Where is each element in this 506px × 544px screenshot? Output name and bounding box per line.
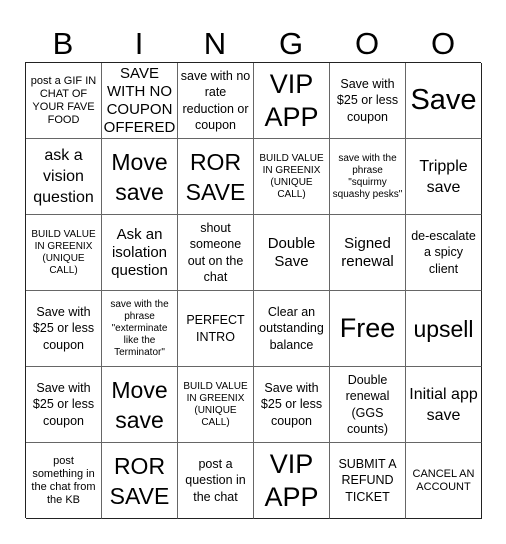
bingo-cell-r5-c4[interactable]: Save with $25 or less coupon <box>254 367 330 443</box>
bingo-cell-text: save with the phrase "squirmy squashy pe… <box>332 152 403 200</box>
bingo-cell-text: BUILD VALUE IN GREENIX (UNIQUE CALL) <box>259 152 324 200</box>
bingo-cell-r2-c6[interactable]: Tripple save <box>406 139 482 215</box>
bingo-cell-r6-c3[interactable]: post a question in the chat <box>178 443 254 519</box>
bingo-cell-text: Move save <box>111 376 168 433</box>
bingo-cell-text: Initial app save <box>409 385 478 424</box>
bingo-cell-r4-c5[interactable]: Free <box>330 291 406 367</box>
bingo-cell-text: Save with $25 or less coupon <box>336 76 399 124</box>
bingo-cell-text: Signed renewal <box>341 234 394 270</box>
bingo-cell-r4-c4[interactable]: Clear an outstanding balance <box>254 291 330 367</box>
bingo-cell-text: Save with $25 or less coupon <box>260 380 323 428</box>
bingo-cell-r3-c5[interactable]: Signed renewal <box>330 215 406 291</box>
header-letter-o: O <box>354 26 380 61</box>
bingo-cell-text: de-escalate a spicy client <box>411 228 476 276</box>
bingo-cell-r6-c5[interactable]: SUBMIT A REFUND TICKET <box>330 443 406 519</box>
bingo-cell-text: ask a vision question <box>33 147 94 206</box>
bingo-cell-r4-c1[interactable]: Save with $25 or less coupon <box>26 291 102 367</box>
bingo-cell-text: upsell <box>413 315 474 342</box>
bingo-cell-r2-c1[interactable]: ask a vision question <box>26 139 102 215</box>
bingo-cell-r5-c5[interactable]: Double renewal (GGS counts) <box>330 367 406 443</box>
bingo-cell-text: save with no rate reduction or coupon <box>180 68 251 133</box>
bingo-cell-r4-c6[interactable]: upsell <box>406 291 482 367</box>
bingo-cell-r5-c3[interactable]: BUILD VALUE IN GREENIX (UNIQUE CALL) <box>178 367 254 443</box>
bingo-cell-r3-c4[interactable]: Double Save <box>254 215 330 291</box>
bingo-cell-r3-c6[interactable]: de-escalate a spicy client <box>406 215 482 291</box>
header-letter-g: G <box>278 26 304 61</box>
bingo-cell-r1-c4[interactable]: VIP APP <box>254 63 330 139</box>
bingo-cell-text: ROR SAVE <box>185 148 246 205</box>
bingo-header: B I N G O O <box>25 24 481 64</box>
bingo-cell-r6-c1[interactable]: post something in the chat from the KB <box>26 443 102 519</box>
bingo-cell-text: Double renewal (GGS counts) <box>345 372 390 437</box>
bingo-cell-r1-c6[interactable]: Save <box>406 63 482 139</box>
bingo-cell-text: ROR SAVE <box>109 452 170 509</box>
bingo-cell-text: Save with $25 or less coupon <box>32 304 95 352</box>
bingo-cell-text: shout someone out on the chat <box>187 220 244 285</box>
bingo-cell-r5-c2[interactable]: Move save <box>102 367 178 443</box>
bingo-cell-r3-c3[interactable]: shout someone out on the chat <box>178 215 254 291</box>
bingo-cell-text: Free <box>339 313 396 343</box>
bingo-cell-text: Move save <box>111 148 168 205</box>
header-letter-b: B <box>52 26 74 61</box>
bingo-cell-r3-c2[interactable]: Ask an isolation question <box>102 215 178 291</box>
bingo-cell-text: CANCEL AN ACCOUNT <box>412 467 475 493</box>
bingo-cell-text: Clear an outstanding balance <box>259 304 324 352</box>
header-letter-n: N <box>203 26 227 61</box>
bingo-cell-text: post a GIF IN CHAT OF YOUR FAVE FOOD <box>30 74 97 126</box>
bingo-cell-r4-c3[interactable]: PERFECT INTRO <box>178 291 254 367</box>
bingo-cell-r5-c6[interactable]: Initial app save <box>406 367 482 443</box>
bingo-card-grid: post a GIF IN CHAT OF YOUR FAVE FOOD SAVE… <box>25 62 482 519</box>
bingo-cell-r1-c3[interactable]: save with no rate reduction or coupon <box>178 63 254 139</box>
bingo-cell-text: post something in the chat from the KB <box>31 454 96 506</box>
bingo-cell-text: Ask an isolation question <box>111 225 168 279</box>
bingo-cell-text: VIP APP <box>264 68 319 132</box>
header-letter-o2: O <box>430 26 456 61</box>
bingo-cell-text: Double Save <box>267 234 316 270</box>
header-letter-i: I <box>134 26 144 61</box>
bingo-cell-text: Save <box>410 84 477 116</box>
bingo-cell-r1-c5[interactable]: Save with $25 or less coupon <box>330 63 406 139</box>
bingo-cell-r6-c4[interactable]: VIP APP <box>254 443 330 519</box>
bingo-cell-r5-c1[interactable]: Save with $25 or less coupon <box>26 367 102 443</box>
bingo-cell-r2-c3[interactable]: ROR SAVE <box>178 139 254 215</box>
bingo-cell-text: SAVE WITH NO COUPON OFFERED <box>103 64 176 136</box>
bingo-cell-r2-c4[interactable]: BUILD VALUE IN GREENIX (UNIQUE CALL) <box>254 139 330 215</box>
bingo-cell-text: save with the phrase "exterminate like t… <box>110 298 169 358</box>
bingo-cell-r3-c1[interactable]: BUILD VALUE IN GREENIX (UNIQUE CALL) <box>26 215 102 291</box>
bingo-cell-text: BUILD VALUE IN GREENIX (UNIQUE CALL) <box>31 228 96 276</box>
bingo-cell-text: VIP APP <box>264 448 319 512</box>
bingo-cell-text: PERFECT INTRO <box>186 313 245 344</box>
bingo-cell-r4-c2[interactable]: save with the phrase "exterminate like t… <box>102 291 178 367</box>
bingo-cell-r2-c5[interactable]: save with the phrase "squirmy squashy pe… <box>330 139 406 215</box>
bingo-cell-r1-c2[interactable]: SAVE WITH NO COUPON OFFERED <box>102 63 178 139</box>
bingo-cell-text: Tripple save <box>419 157 468 196</box>
bingo-cell-r1-c1[interactable]: post a GIF IN CHAT OF YOUR FAVE FOOD <box>26 63 102 139</box>
bingo-cell-text: BUILD VALUE IN GREENIX (UNIQUE CALL) <box>183 380 248 428</box>
bingo-cell-r2-c2[interactable]: Move save <box>102 139 178 215</box>
bingo-cell-r6-c2[interactable]: ROR SAVE <box>102 443 178 519</box>
bingo-cell-text: post a question in the chat <box>185 456 246 504</box>
bingo-cell-text: SUBMIT A REFUND TICKET <box>338 456 397 504</box>
bingo-cell-text: Save with $25 or less coupon <box>32 380 95 428</box>
bingo-cell-r6-c6[interactable]: CANCEL AN ACCOUNT <box>406 443 482 519</box>
